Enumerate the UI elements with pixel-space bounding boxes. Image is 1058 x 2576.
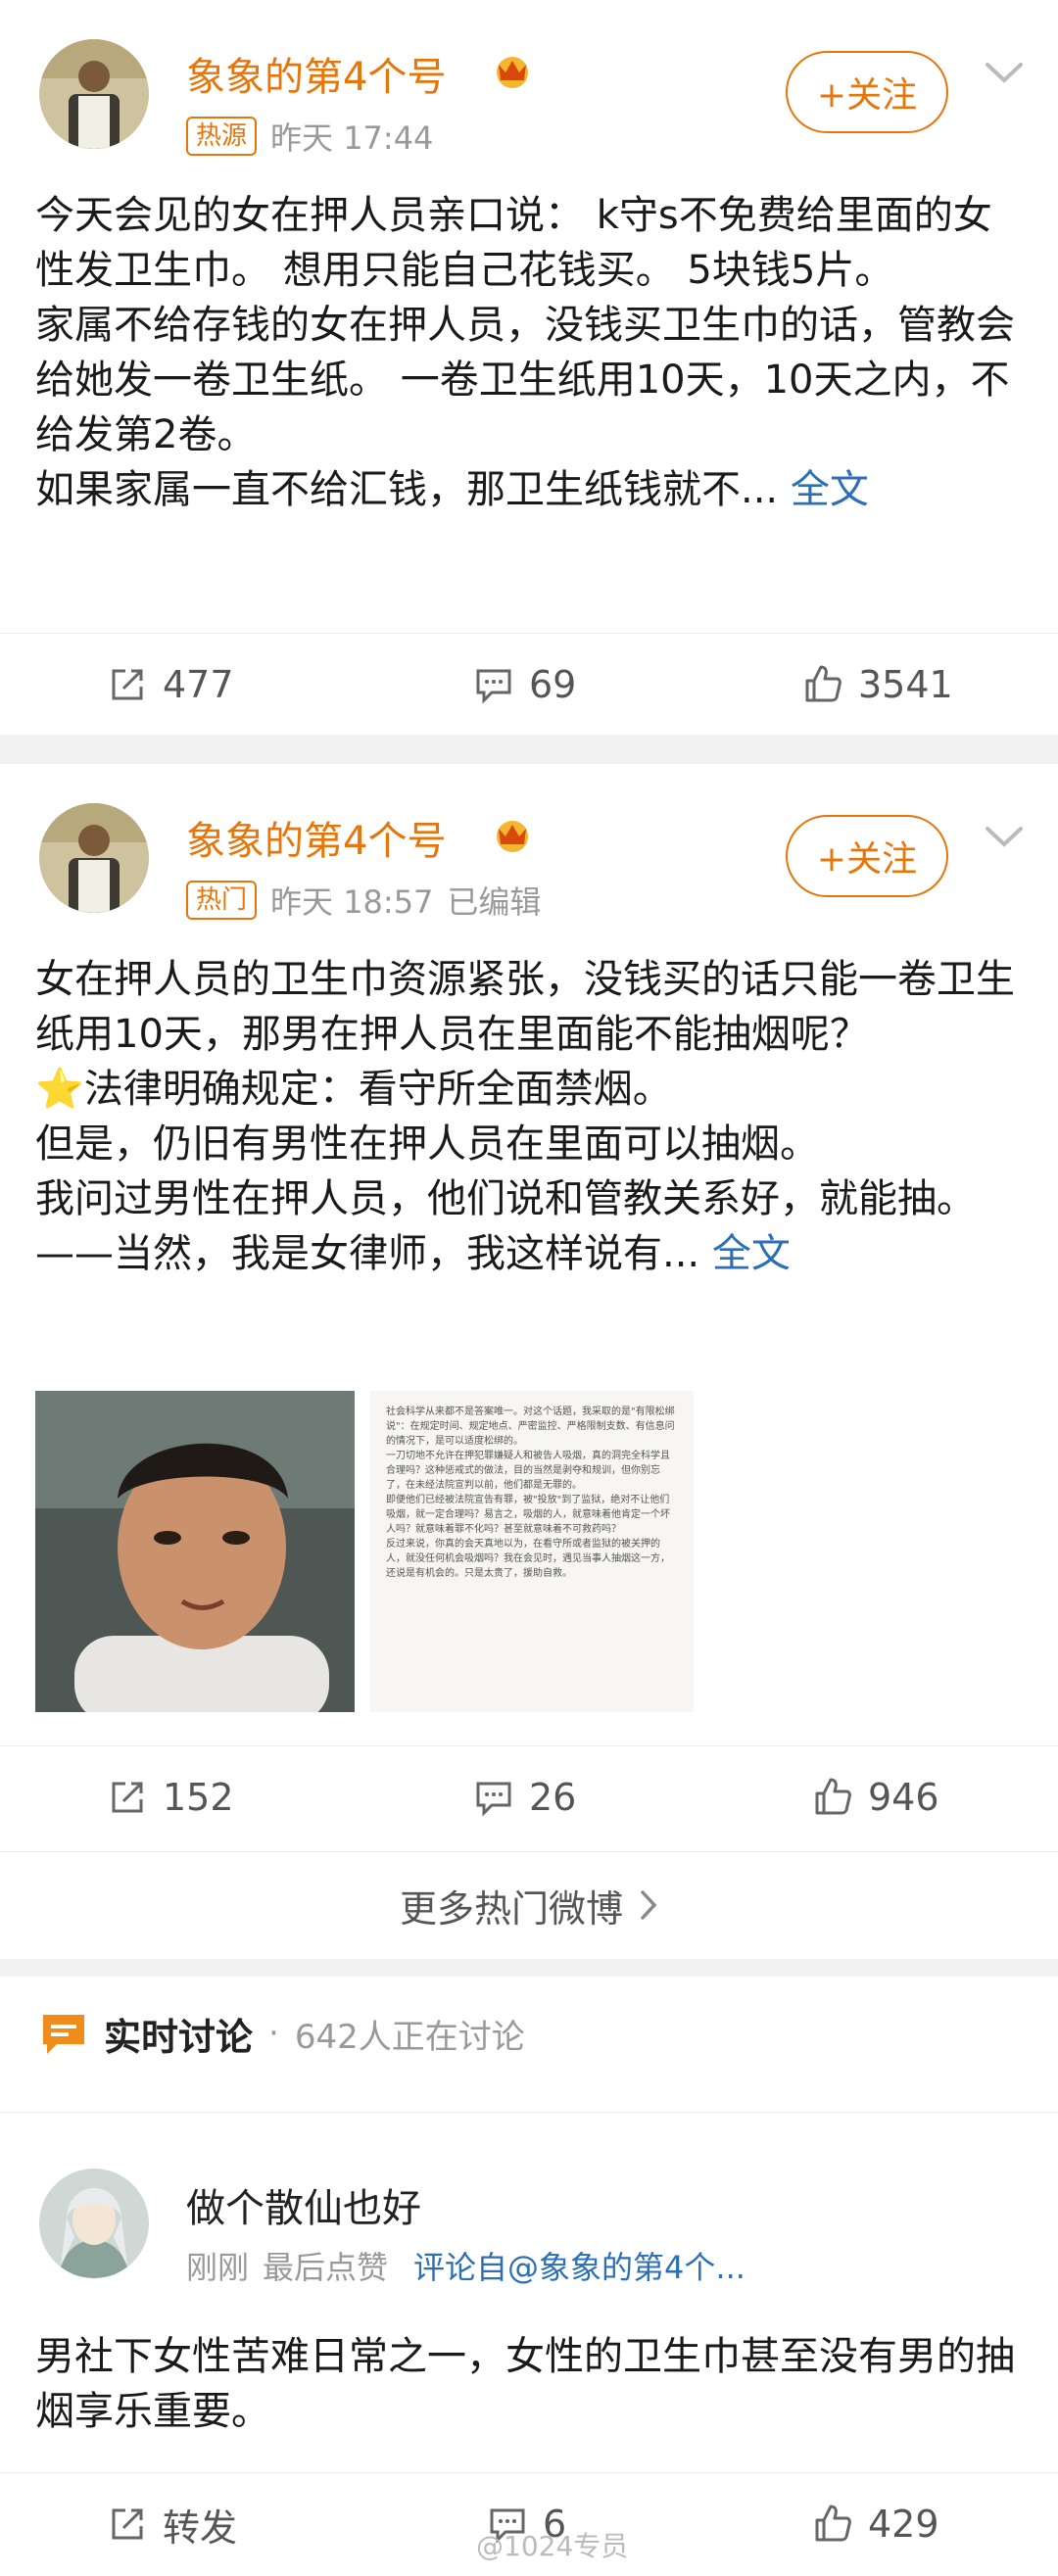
like-button[interactable]: 3541 (801, 634, 953, 736)
share-icon (112, 2508, 143, 2540)
thumbs-up-icon (815, 1778, 851, 1815)
post-text: 女在押人员的卫生巾资源紧张，没钱买的话只能一卷卫生纸用10天，那男在押人员在里面… (35, 957, 1015, 1276)
comment-button[interactable]: 26 (472, 1746, 576, 1848)
post-image-photo[interactable] (35, 1391, 355, 1712)
discussion-header: 实时讨论 · 642人正在讨论 (39, 2004, 525, 2063)
username[interactable]: 象象的第4个号 (186, 809, 446, 866)
repost-count: 152 (163, 1776, 234, 1819)
hot-source-badge: 热源 (186, 117, 258, 156)
comment-count: 26 (529, 1776, 577, 1819)
share-icon (112, 1782, 143, 1813)
thumbs-up-icon (815, 2504, 851, 2542)
chevron-right-icon (641, 1890, 657, 1920)
like-button[interactable]: 429 (811, 2473, 939, 2575)
last-like-label: 最后点赞 (263, 2249, 389, 2286)
discussion-count: 642人正在讨论 (294, 2017, 525, 2057)
full-text-link[interactable]: 全文 (791, 467, 869, 512)
avatar-image (39, 39, 149, 149)
follow-button[interactable]: +关注 (786, 51, 948, 133)
like-count: 429 (868, 2503, 939, 2546)
comment-source-link[interactable]: 评论自@象象的第4个... (413, 2243, 745, 2288)
chevron-down-icon[interactable] (980, 55, 1029, 94)
action-bar: 477 69 3541 (0, 633, 1058, 735)
hot-badge: 热门 (186, 881, 258, 920)
comment-time: 刚刚 (186, 2249, 250, 2286)
avatar[interactable] (39, 803, 149, 913)
post-card-1: 象象的第4个号 热源 昨天 17:44 +关注 今天会见的女在押人员亲口说： k… (0, 0, 1058, 735)
vip-crown-icon (497, 57, 528, 88)
post-card-2: 象象的第4个号 热门 昨天 18:57 已编辑 +关注 女在押人员的卫生巾资源紧… (0, 764, 1058, 1959)
comment-item: 做个散仙也好 刚刚 最后点赞 评论自@象象的第4个... 男社下女性苦难日常之一… (0, 2123, 1058, 2576)
commenter-avatar[interactable] (39, 2169, 149, 2278)
thumbs-up-icon (805, 665, 842, 702)
like-count: 3541 (858, 663, 953, 706)
watermark: @1024专员 (476, 2530, 629, 2562)
like-count: 946 (868, 1776, 939, 1819)
chevron-down-icon[interactable] (980, 819, 1029, 858)
avatar[interactable] (39, 39, 149, 149)
username[interactable]: 象象的第4个号 (186, 45, 446, 102)
post-image-document[interactable]: 社会科学从来都不是答案唯一。对这个话题，我采取的是"有限松绑说"：在规定时间、规… (370, 1391, 694, 1712)
comment-meta: 刚刚 最后点赞 评论自@象象的第4个... (186, 2243, 745, 2288)
comment-text: 男社下女性苦难日常之一，女性的卫生巾甚至没有男的抽烟享乐重要。 (35, 2334, 1015, 2434)
share-icon (112, 669, 143, 700)
chat-bubble-icon (43, 2015, 84, 2054)
post-meta: 热门 昨天 18:57 已编辑 (186, 878, 541, 923)
discussion-separator: · (268, 2014, 279, 2053)
more-hot-posts-label: 更多热门微博 (399, 1886, 623, 1931)
divider (0, 2112, 1058, 2113)
comment-button[interactable]: 69 (472, 634, 576, 736)
post-text: 今天会见的女在押人员亲口说： k守s不免费给里面的女性发卫生巾。 想用只能自己花… (35, 193, 1015, 512)
repost-button[interactable]: 转发 (106, 2473, 237, 2575)
comment-icon (476, 1782, 511, 1817)
comment-icon (476, 669, 511, 704)
edited-label: 已编辑 (447, 883, 542, 921)
repost-button[interactable]: 477 (106, 634, 234, 736)
person-photo (35, 1391, 355, 1712)
full-text-link[interactable]: 全文 (712, 1231, 791, 1276)
vip-crown-icon (497, 821, 528, 852)
post-time: 昨天 18:57 (270, 883, 434, 921)
more-hot-posts-link[interactable]: 更多热门微博 (0, 1851, 1058, 1959)
document-text: 社会科学从来都不是答案唯一。对这个话题，我采取的是"有限松绑说"：在规定时间、规… (386, 1407, 675, 1579)
repost-count: 477 (163, 663, 234, 706)
repost-label: 转发 (163, 2505, 238, 2550)
discussion-card: 实时讨论 · 642人正在讨论 做个散仙也好 刚刚 最后点赞 评论自@象象的第4… (0, 1977, 1058, 2576)
commenter-name[interactable]: 做个散仙也好 (186, 2176, 421, 2233)
action-bar: 152 26 946 (0, 1745, 1058, 1847)
comment-count: 69 (529, 663, 577, 706)
post-meta: 热源 昨天 17:44 (186, 114, 433, 159)
discussion-title: 实时讨论 (104, 2015, 254, 2059)
avatar-image (39, 2169, 149, 2278)
avatar-image (39, 803, 149, 913)
follow-button[interactable]: +关注 (786, 815, 948, 897)
like-button[interactable]: 946 (811, 1746, 939, 1848)
repost-button[interactable]: 152 (106, 1746, 234, 1848)
post-time: 昨天 17:44 (270, 119, 434, 157)
